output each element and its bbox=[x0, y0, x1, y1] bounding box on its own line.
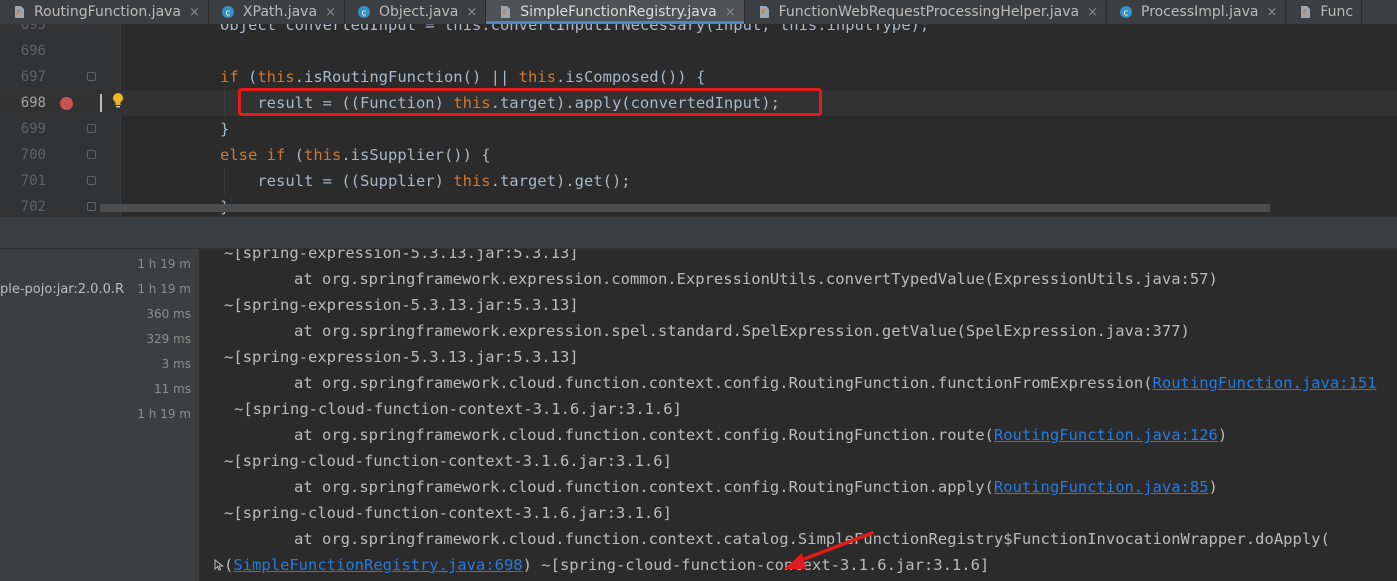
tab-label: XPath.java bbox=[242, 4, 318, 20]
code-text: Object convertedInput = this.convertInpu… bbox=[220, 24, 930, 34]
run-tree-item[interactable]: ple-pojo:jar:2.0.0.R 1 h 19 m bbox=[0, 277, 199, 302]
tab-label: SimpleFunctionRegistry.java bbox=[520, 4, 717, 20]
console-line: at org.springframework.cloud.function.co… bbox=[294, 478, 1218, 496]
java-file-icon bbox=[757, 5, 771, 19]
editor-tab-bar: RoutingFunction.java × c XPath.java × c … bbox=[0, 0, 1397, 25]
java-file-icon bbox=[498, 5, 512, 19]
stacktrace-link[interactable]: RoutingFunction.java:151 bbox=[1153, 374, 1377, 392]
run-tree-item[interactable]: 11 ms bbox=[0, 377, 199, 402]
code-line: 700 else if (this.isSupplier()) { bbox=[0, 142, 1397, 168]
stacktrace-link[interactable]: RoutingFunction.java:85 bbox=[994, 478, 1209, 496]
lightbulb-icon[interactable] bbox=[111, 92, 125, 110]
run-tree-item[interactable]: 1 h 19 m bbox=[0, 402, 199, 427]
tab-label: ProcessImpl.java bbox=[1141, 4, 1259, 20]
tab-xpath[interactable]: c XPath.java × bbox=[209, 0, 345, 24]
run-tree-duration: 3 ms bbox=[161, 357, 191, 371]
class-icon: c bbox=[221, 5, 235, 19]
console-line: at org.springframework.cloud.function.co… bbox=[294, 426, 1228, 444]
line-number: 702 bbox=[20, 199, 46, 215]
line-number: 697 bbox=[20, 69, 46, 85]
run-tree-item[interactable]: 360 ms bbox=[0, 302, 199, 327]
tab-simple-function-registry[interactable]: SimpleFunctionRegistry.java × bbox=[486, 0, 745, 24]
run-tree-duration: 11 ms bbox=[153, 382, 191, 396]
line-number: 699 bbox=[20, 121, 46, 137]
console-line: ~[spring-expression-5.3.13.jar:5.3.13] bbox=[224, 249, 579, 262]
close-icon[interactable]: × bbox=[1087, 5, 1098, 20]
horizontal-scrollbar[interactable] bbox=[100, 204, 1270, 212]
code-text: if (this.isRoutingFunction() || this.isC… bbox=[220, 68, 706, 86]
code-text: else if (this.isSupplier()) { bbox=[220, 146, 491, 164]
code-text: result = ((Supplier) this.target).get(); bbox=[220, 172, 631, 190]
text-caret bbox=[100, 94, 102, 112]
highlight-annotation-box bbox=[238, 88, 822, 116]
run-tree-item[interactable]: 3 ms bbox=[0, 352, 199, 377]
tab-label: RoutingFunction.java bbox=[34, 4, 182, 20]
java-file-icon bbox=[1298, 5, 1312, 19]
tool-window-header bbox=[0, 216, 1397, 249]
code-editor[interactable]: 695 Object convertedInput = this.convert… bbox=[0, 24, 1397, 216]
console-output[interactable]: ~[spring-expression-5.3.13.jar:5.3.13] a… bbox=[200, 249, 1397, 581]
fold-marker-icon[interactable] bbox=[87, 72, 96, 81]
fold-marker-icon[interactable] bbox=[87, 202, 96, 211]
run-tree-panel[interactable]: 1 h 19 m ple-pojo:jar:2.0.0.R 1 h 19 m 3… bbox=[0, 249, 199, 581]
console-line: at org.springframework.expression.spel.s… bbox=[294, 322, 1190, 340]
line-number: 695 bbox=[20, 24, 46, 33]
fold-marker-icon[interactable] bbox=[87, 150, 96, 159]
line-number: 700 bbox=[20, 147, 46, 163]
run-tree-duration: 1 h 19 m bbox=[137, 257, 191, 271]
annotation-arrow-icon bbox=[784, 531, 874, 569]
tab-label: Object.java bbox=[378, 4, 459, 20]
console-line: ~[spring-cloud-function-context-3.1.6.ja… bbox=[224, 452, 672, 470]
code-line: 696 bbox=[0, 38, 1397, 64]
tab-object[interactable]: c Object.java × bbox=[345, 0, 487, 24]
close-icon[interactable]: × bbox=[325, 5, 336, 20]
code-text: } bbox=[220, 120, 230, 138]
line-number: 701 bbox=[20, 173, 46, 189]
svg-text:c: c bbox=[361, 9, 366, 19]
line-number: 698 bbox=[20, 95, 46, 111]
console-line: at org.springframework.cloud.function.co… bbox=[294, 374, 1377, 392]
fold-marker-icon[interactable] bbox=[87, 176, 96, 185]
code-line: 697 if (this.isRoutingFunction() || this… bbox=[0, 64, 1397, 90]
tab-function-web-request-processing-helper[interactable]: FunctionWebRequestProcessingHelper.java … bbox=[745, 0, 1108, 24]
stacktrace-link[interactable]: SimpleFunctionRegistry.java:698 bbox=[233, 556, 522, 574]
stacktrace-link[interactable]: RoutingFunction.java:126 bbox=[994, 426, 1218, 444]
tab-process-impl[interactable]: c ProcessImpl.java × bbox=[1107, 0, 1287, 24]
tab-func-truncated[interactable]: Func bbox=[1286, 0, 1363, 24]
console-line: ~[spring-cloud-function-context-3.1.6.ja… bbox=[224, 504, 672, 522]
run-tree-label: ple-pojo:jar:2.0.0.R bbox=[0, 282, 125, 297]
mouse-pointer-icon bbox=[214, 559, 224, 571]
class-icon: c bbox=[357, 5, 371, 19]
run-tree-duration: 1 h 19 m bbox=[137, 282, 191, 296]
svg-text:c: c bbox=[1124, 9, 1129, 19]
tab-routing-function[interactable]: RoutingFunction.java × bbox=[0, 0, 209, 24]
run-tree-item[interactable]: 329 ms bbox=[0, 327, 199, 352]
run-tree-duration: 360 ms bbox=[146, 307, 191, 321]
close-icon[interactable]: × bbox=[1266, 5, 1277, 20]
console-line: ~[spring-expression-5.3.13.jar:5.3.13] bbox=[224, 348, 579, 366]
breakpoint-icon[interactable] bbox=[60, 97, 73, 110]
code-line: 695 Object convertedInput = this.convert… bbox=[0, 24, 1397, 38]
tab-label: Func bbox=[1320, 4, 1354, 20]
code-line: 699 } bbox=[0, 116, 1397, 142]
class-icon: c bbox=[1119, 5, 1133, 19]
tab-label: FunctionWebRequestProcessingHelper.java bbox=[778, 4, 1080, 20]
java-file-icon bbox=[12, 5, 26, 19]
fold-marker-icon[interactable] bbox=[87, 124, 96, 133]
close-icon[interactable]: × bbox=[725, 5, 736, 20]
console-line: ~[spring-expression-5.3.13.jar:5.3.13] bbox=[224, 296, 579, 314]
run-tree-duration: 329 ms bbox=[146, 332, 191, 346]
console-line: ~[spring-cloud-function-context-3.1.6.ja… bbox=[234, 400, 682, 418]
close-icon[interactable]: × bbox=[189, 5, 200, 20]
run-tree-duration: 1 h 19 m bbox=[137, 407, 191, 421]
console-line: at org.springframework.expression.common… bbox=[294, 270, 1218, 288]
close-icon[interactable]: × bbox=[466, 5, 477, 20]
svg-text:c: c bbox=[225, 9, 230, 19]
run-tree-item[interactable]: 1 h 19 m bbox=[0, 252, 199, 277]
line-number: 696 bbox=[20, 43, 46, 59]
code-line: 701 result = ((Supplier) this.target).ge… bbox=[0, 168, 1397, 194]
